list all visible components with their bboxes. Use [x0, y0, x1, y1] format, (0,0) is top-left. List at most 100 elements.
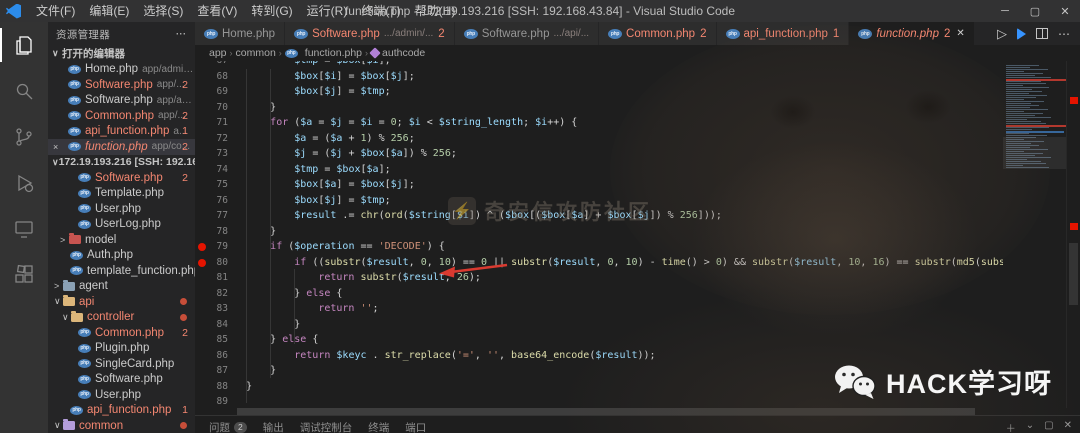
- problem-count-badge: 2: [182, 140, 188, 153]
- tree-item-api[interactable]: ∨ api: [48, 294, 195, 310]
- menu-item[interactable]: 文件(F): [29, 0, 82, 22]
- tab-function-php[interactable]: php function.php 2 ✕: [849, 22, 975, 45]
- breakpoint-icon[interactable]: [198, 243, 206, 251]
- breadcrumb: app › common › php function.php › authcode: [195, 45, 1080, 61]
- tree-item-user-php[interactable]: php User.php: [48, 201, 195, 217]
- open-editor-item[interactable]: php api_function.php a... 1: [48, 124, 195, 140]
- remote-explorer-icon[interactable]: [0, 206, 48, 252]
- file-name: agent: [79, 280, 108, 293]
- maximize-button[interactable]: ▢: [1020, 0, 1050, 22]
- run-code-icon[interactable]: [1017, 27, 1026, 40]
- tree-item-user-php[interactable]: php User.php: [48, 387, 195, 403]
- explorer-icon[interactable]: [0, 22, 48, 68]
- tree-item-api-function-php[interactable]: php api_function.php 1: [48, 403, 195, 419]
- tree-item-model[interactable]: > model: [48, 232, 195, 248]
- tree-item-common[interactable]: ∨ common: [48, 418, 195, 433]
- tab-software-php[interactable]: php Software.php .../api/...: [454, 22, 600, 45]
- tree-item-plugin-php[interactable]: php Plugin.php: [48, 341, 195, 357]
- horizontal-scrollbar[interactable]: [195, 408, 1003, 415]
- tree-item-common-php[interactable]: php Common.php 2: [48, 325, 195, 341]
- tree-item-controller[interactable]: ∨ controller: [48, 310, 195, 326]
- extensions-icon[interactable]: [0, 252, 48, 298]
- panel-icon[interactable]: ＋: [1006, 420, 1016, 433]
- tab-label: Software.php: [312, 27, 380, 40]
- panel-icon[interactable]: ✕: [1064, 420, 1072, 433]
- open-editor-item[interactable]: php Software.php app/... 2: [48, 77, 195, 93]
- sidebar-more-icon[interactable]: ⋯: [176, 28, 188, 40]
- tree-item-singlecard-php[interactable]: php SingleCard.php: [48, 356, 195, 372]
- minimap-slider[interactable]: [1003, 137, 1066, 169]
- run-or-debug-icon[interactable]: ▷: [997, 26, 1007, 42]
- breakpoint-icon[interactable]: [198, 258, 206, 267]
- tab-api-function-php[interactable]: php api_function.php 1: [716, 22, 850, 45]
- source-control-icon[interactable]: [0, 114, 48, 160]
- close-button[interactable]: ✕: [1050, 0, 1080, 22]
- run-debug-icon[interactable]: [0, 160, 48, 206]
- more-actions-icon[interactable]: ⋯: [1058, 27, 1070, 41]
- minimize-button[interactable]: ─: [990, 0, 1020, 22]
- file-name: api_function.php: [85, 125, 170, 138]
- open-editor-item[interactable]: php Common.php app/... 2: [48, 108, 195, 124]
- code-text: $box[$j] = $tmp;: [294, 194, 391, 206]
- file-name: model: [85, 233, 117, 246]
- code-text: } else {: [222, 287, 343, 299]
- code-line: 72 $a = ($a + 1) % 256;: [195, 131, 1003, 147]
- minimap[interactable]: [1003, 61, 1066, 408]
- minimap-line: [1006, 127, 1049, 128]
- panel-tab-问题[interactable]: 问题 2: [209, 420, 247, 433]
- php-file-icon: php: [608, 28, 623, 39]
- menu-item[interactable]: 终端(T): [354, 0, 407, 22]
- open-editor-item[interactable]: php Software.phpapp/api/c...: [48, 93, 195, 109]
- tree-item-template-function-php[interactable]: php template_function.php: [48, 263, 195, 279]
- tab-common-php[interactable]: php Common.php 2: [599, 22, 717, 45]
- menu-item[interactable]: 编辑(E): [82, 0, 136, 22]
- chevron-right-icon: >: [54, 281, 60, 292]
- panel-tab-终端[interactable]: 终端: [368, 420, 389, 433]
- close-icon[interactable]: ✕: [956, 28, 964, 39]
- breadcrumb-item-app[interactable]: app: [209, 47, 227, 59]
- tree-item-agent[interactable]: > agent: [48, 279, 195, 295]
- breadcrumb-item-function-php[interactable]: php function.php: [284, 47, 362, 59]
- editor-actions: ▷ ⋯: [997, 22, 1080, 45]
- menu-item[interactable]: 查看(V): [190, 0, 244, 22]
- panel-tab-输出[interactable]: 输出: [263, 420, 284, 433]
- symbol-method-icon: [369, 47, 381, 59]
- open-editor-item[interactable]: php Home.phpapp/admin/c...: [48, 62, 195, 78]
- tree-item-auth-php[interactable]: php Auth.php: [48, 248, 195, 264]
- vertical-scrollbar[interactable]: [1069, 243, 1078, 305]
- code-text: $box[$a] = $box[$j];: [294, 179, 415, 190]
- tab-software-php[interactable]: php Software.php .../admin/... 2: [285, 22, 455, 45]
- tree-item-software-php[interactable]: php Software.php 2: [48, 170, 195, 186]
- menu-item[interactable]: 转到(G): [244, 0, 299, 22]
- code-line: 76 $box[$j] = $tmp;: [195, 193, 1003, 209]
- open-editor-item[interactable]: × php function.php app/co... 2: [48, 139, 195, 155]
- panel-icon[interactable]: ▢: [1044, 420, 1053, 433]
- menu-item[interactable]: 选择(S): [136, 0, 190, 22]
- file-name: Plugin.php: [95, 342, 150, 355]
- tree-item-userlog-php[interactable]: php UserLog.php: [48, 217, 195, 233]
- panel-tab-调试控制台[interactable]: 调试控制台: [300, 420, 353, 433]
- code-editor[interactable]: 67 $tmp = $box[$i];68 $box[$i] = $box[$j…: [195, 61, 1080, 408]
- tree-item-software-php[interactable]: php Software.php: [48, 372, 195, 388]
- panel-icon[interactable]: ⌄: [1026, 420, 1034, 433]
- split-editor-icon[interactable]: [1036, 28, 1048, 39]
- tab-home-php[interactable]: php Home.php: [195, 22, 286, 45]
- tree-item-template-php[interactable]: php Template.php: [48, 186, 195, 202]
- remote-tree-header[interactable]: ∨ 172.19.193.216 [SSH: 192.168.43.84]: [48, 155, 195, 171]
- panel-tab-端口[interactable]: 端口: [405, 420, 426, 433]
- breadcrumb-item-authcode[interactable]: authcode: [369, 47, 426, 59]
- line-number: 71: [216, 117, 228, 128]
- menu-item[interactable]: 帮助(H): [408, 0, 463, 22]
- menu-item[interactable]: 运行(R): [300, 0, 355, 22]
- open-editors-header[interactable]: ∨ 打开的编辑器: [48, 46, 195, 62]
- search-icon[interactable]: [0, 68, 48, 114]
- overview-ruler[interactable]: [1066, 61, 1080, 408]
- minimap-line: [1006, 117, 1051, 118]
- title-bar: 文件(F) 编辑(E) 选择(S) 查看(V) 转到(G) 运行(R) 终端(T) 帮助(H)…: [0, 0, 1080, 22]
- breadcrumb-item-common[interactable]: common: [236, 47, 276, 59]
- minimap-line: [1006, 71, 1024, 72]
- close-icon[interactable]: ×: [53, 142, 58, 152]
- panel-tab-label: 问题: [209, 422, 230, 433]
- breadcrumb-label: authcode: [382, 47, 426, 59]
- file-name: Software.php: [85, 78, 153, 91]
